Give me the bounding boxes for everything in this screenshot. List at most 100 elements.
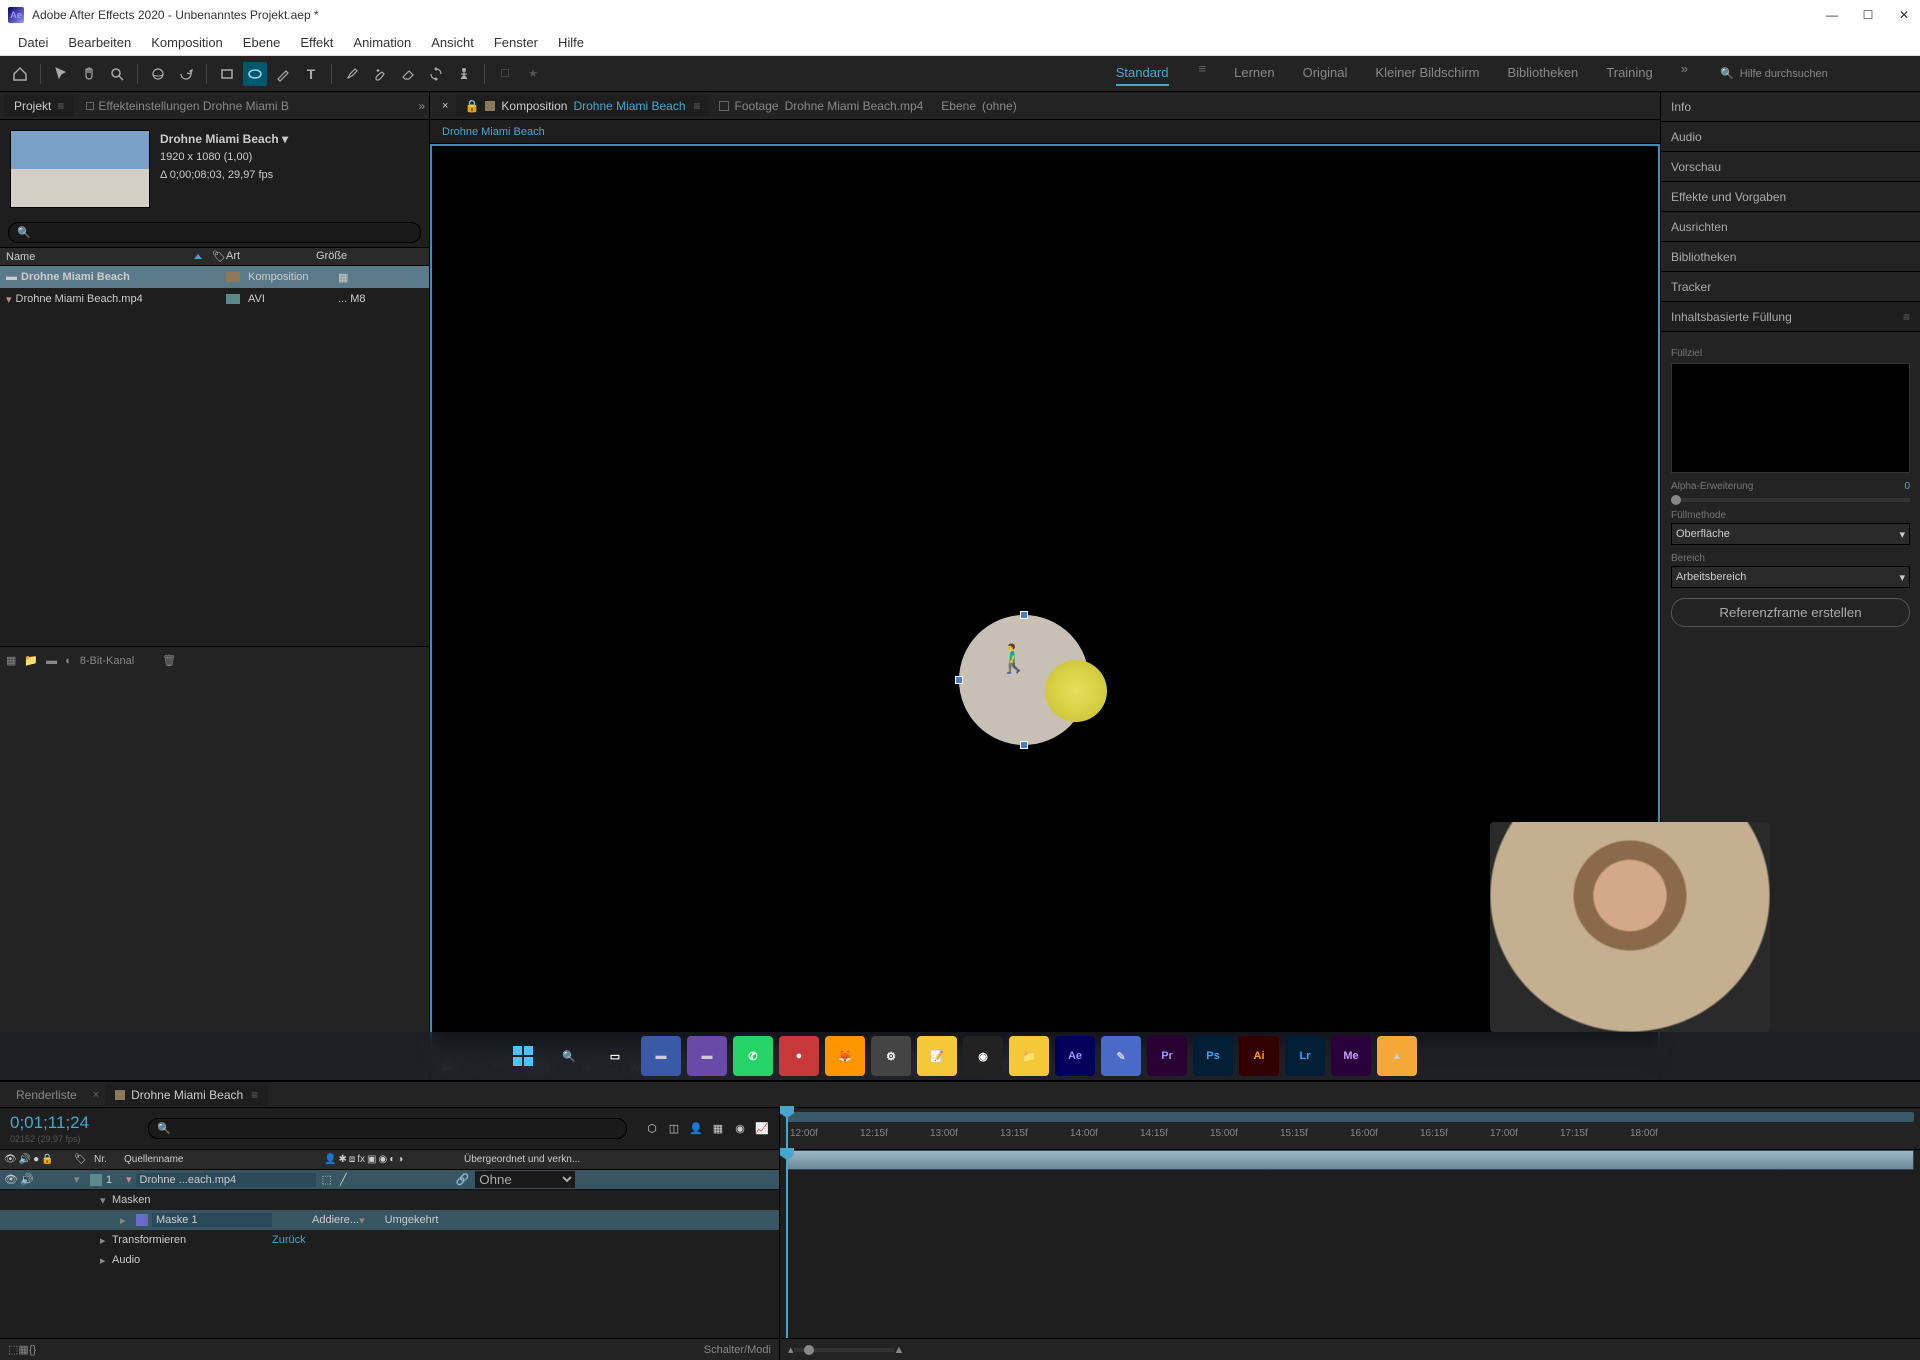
toggle-switches-icon[interactable]: ⬚ xyxy=(8,1343,18,1356)
twirl-icon[interactable]: ▸ xyxy=(100,1234,112,1247)
brush-tool-icon[interactable] xyxy=(340,62,364,86)
menu-hilfe[interactable]: Hilfe xyxy=(548,35,594,50)
bit-depth-button[interactable]: 8-Bit-Kanal xyxy=(80,655,134,667)
panel-bibliotheken[interactable]: Bibliotheken xyxy=(1661,242,1920,272)
mask-mode-dropdown[interactable]: Addiere... xyxy=(312,1214,359,1226)
slider-knob[interactable] xyxy=(1671,495,1681,505)
new-comp-icon[interactable]: ▬ xyxy=(46,655,57,667)
mask-1-row[interactable]: ▸ Maske 1 Addiere...▾ Umgekehrt xyxy=(0,1210,779,1230)
clone-tool-icon[interactable] xyxy=(368,62,392,86)
workspace-lernen[interactable]: Lernen xyxy=(1234,61,1274,86)
composition-thumbnail[interactable] xyxy=(10,130,150,208)
mask-invert-label[interactable]: Umgekehrt xyxy=(385,1214,439,1226)
maximize-button[interactable]: ☐ xyxy=(1860,8,1876,22)
label-color-icon[interactable] xyxy=(226,272,240,282)
tab-layer[interactable]: Ebene (ohne) xyxy=(933,95,1024,117)
project-search-input[interactable]: 🔍 xyxy=(8,222,421,243)
workspace-kleiner[interactable]: Kleiner Bildschirm xyxy=(1375,61,1479,86)
menu-komposition[interactable]: Komposition xyxy=(141,35,233,50)
mask-handle-left[interactable] xyxy=(955,676,963,684)
text-tool-icon[interactable]: T xyxy=(299,62,323,86)
panel-ausrichten[interactable]: Ausrichten xyxy=(1661,212,1920,242)
minimize-button[interactable]: — xyxy=(1824,8,1840,22)
twirl-icon[interactable]: ▸ xyxy=(120,1214,132,1227)
tab-timeline-comp[interactable]: Drohne Miami Beach ≡ xyxy=(105,1084,268,1106)
col-art[interactable]: Art xyxy=(226,250,316,263)
time-ruler[interactable]: 12:00f 12:15f 13:00f 13:15f 14:00f 14:15… xyxy=(780,1108,1920,1150)
menu-effekt[interactable]: Effekt xyxy=(290,35,343,50)
tabs-overflow-icon[interactable]: » xyxy=(418,99,425,113)
workspace-overflow-icon[interactable]: » xyxy=(1681,61,1688,86)
audio-col-icon[interactable]: 🔊 xyxy=(19,1154,31,1165)
comp-breadcrumb[interactable]: Drohne Miami Beach xyxy=(430,120,1660,144)
whatsapp-icon[interactable]: ✆ xyxy=(733,1036,773,1076)
photoshop-icon[interactable]: Ps xyxy=(1193,1036,1233,1076)
taskbar-app[interactable]: ⚙ xyxy=(871,1036,911,1076)
panel-audio[interactable]: Audio xyxy=(1661,122,1920,152)
after-effects-icon[interactable]: Ae xyxy=(1055,1036,1095,1076)
media-encoder-icon[interactable]: Me xyxy=(1331,1036,1371,1076)
workspace-training[interactable]: Training xyxy=(1606,61,1652,86)
sort-indicator-icon[interactable] xyxy=(194,254,202,259)
range-dropdown[interactable]: Arbeitsbereich ▾ xyxy=(1671,566,1910,588)
solo-toggle[interactable] xyxy=(36,1173,48,1186)
layer-name[interactable]: Drohne ...each.mp4 xyxy=(136,1173,316,1187)
parent-pickwhip-icon[interactable]: 🔗 xyxy=(456,1173,470,1186)
shy-icon[interactable]: 👤 xyxy=(324,1154,336,1165)
illustrator-icon[interactable]: Ai xyxy=(1239,1036,1279,1076)
layer-twirl-icon[interactable]: ▾ xyxy=(74,1173,86,1186)
twirl-icon[interactable]: ▾ xyxy=(100,1194,112,1207)
toggle-modes-icon[interactable]: ▦ xyxy=(18,1343,28,1356)
lightroom-icon[interactable]: Lr xyxy=(1285,1036,1325,1076)
tab-projekt[interactable]: Projekt ≡ xyxy=(4,95,74,117)
task-view-icon[interactable]: ▭ xyxy=(595,1036,635,1076)
switch-shy[interactable]: ⬚ xyxy=(322,1173,332,1186)
eraser-tool-icon[interactable] xyxy=(396,62,420,86)
col-source[interactable]: Quellenname xyxy=(124,1154,324,1165)
puppet-tool-icon[interactable] xyxy=(452,62,476,86)
work-area-bar[interactable] xyxy=(786,1112,1914,1122)
mask-color-icon[interactable] xyxy=(136,1214,148,1226)
tab-footage[interactable]: Footage Drohne Miami Beach.mp4 xyxy=(711,95,932,117)
taskbar-app[interactable]: ✎ xyxy=(1101,1036,1141,1076)
snap-toggle-icon[interactable]: ★ xyxy=(521,62,545,86)
workspace-original[interactable]: Original xyxy=(1303,61,1348,86)
col-parent[interactable]: Übergeordnet und verkn... xyxy=(464,1154,779,1165)
ellipse-tool-icon[interactable] xyxy=(243,62,267,86)
folder-icon[interactable]: 📁 xyxy=(24,654,38,667)
layer-bar-1[interactable] xyxy=(786,1150,1914,1170)
tab-close-icon[interactable]: × xyxy=(87,1089,105,1101)
menu-ansicht[interactable]: Ansicht xyxy=(421,35,484,50)
home-icon[interactable] xyxy=(8,62,32,86)
pen-tool-icon[interactable] xyxy=(271,62,295,86)
premiere-icon[interactable]: Pr xyxy=(1147,1036,1187,1076)
trash-icon[interactable]: 🗑 xyxy=(162,654,176,667)
mask-handle-bottom[interactable] xyxy=(1020,741,1028,749)
motion-blur-icon[interactable]: ◉ xyxy=(731,1120,749,1138)
mask-name[interactable]: Maske 1 xyxy=(152,1213,272,1227)
zoom-in-icon[interactable]: ▲ xyxy=(894,1344,905,1356)
col-name[interactable]: Name xyxy=(6,251,35,263)
video-toggle[interactable]: 👁 xyxy=(4,1173,18,1186)
col-size[interactable]: Größe xyxy=(316,250,376,263)
frame-blend-icon[interactable]: ▦ xyxy=(709,1120,727,1138)
solo-col-icon[interactable]: ● xyxy=(33,1154,39,1165)
alpha-value[interactable]: 0 xyxy=(1904,481,1910,492)
audio-toggle[interactable]: 🔊 xyxy=(20,1173,34,1186)
mask-handle-top[interactable] xyxy=(1020,611,1028,619)
hide-shy-icon[interactable]: 👤 xyxy=(687,1120,705,1138)
lock-icon[interactable]: 🔒 xyxy=(464,99,479,113)
graph-editor-icon[interactable]: 📈 xyxy=(753,1120,771,1138)
workspace-menu-icon[interactable]: ≡ xyxy=(1199,61,1207,86)
lock-col-icon[interactable]: 🔒 xyxy=(41,1154,53,1165)
method-dropdown[interactable]: Oberfläche ▾ xyxy=(1671,523,1910,545)
help-search[interactable]: 🔍 Hilfe durchsuchen xyxy=(1712,67,1912,80)
panel-vorschau[interactable]: Vorschau xyxy=(1661,152,1920,182)
selection-tool-icon[interactable] xyxy=(49,62,73,86)
panel-menu-icon[interactable]: ≡ xyxy=(694,99,701,113)
comp-mini-flow-icon[interactable]: ⬡ xyxy=(643,1120,661,1138)
label-col-icon[interactable]: 🏷 xyxy=(74,1154,94,1165)
tab-composition[interactable]: 🔒 Komposition Drohne Miami Beach ≡ xyxy=(456,95,708,117)
col-nr[interactable]: Nr. xyxy=(94,1154,124,1165)
tab-close-icon[interactable]: × xyxy=(436,100,454,112)
